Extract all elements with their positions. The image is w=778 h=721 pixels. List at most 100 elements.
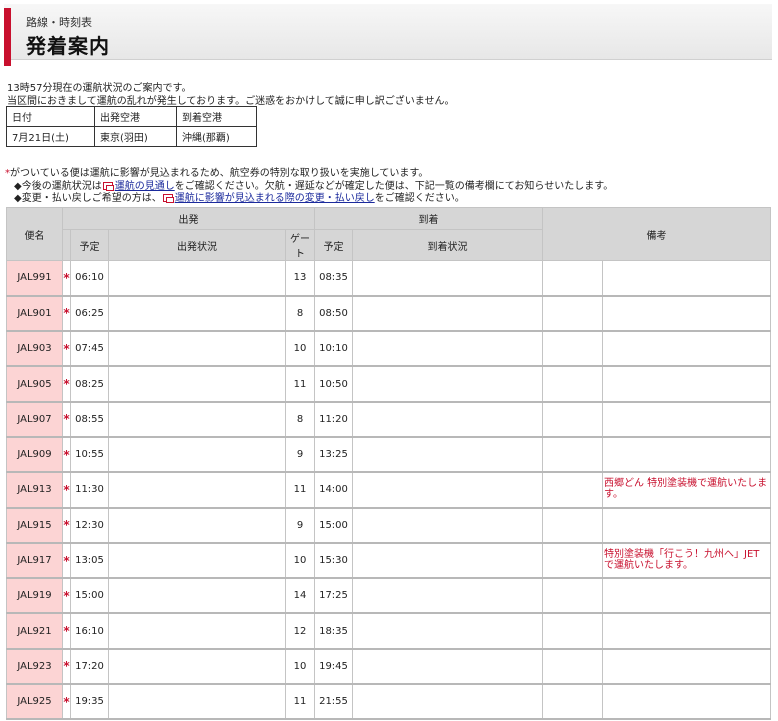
remark <box>602 365 771 403</box>
remarks-spacer <box>542 542 603 580</box>
flight-number: JAL919 <box>6 577 63 615</box>
remark <box>602 259 771 297</box>
dep-scheduled: 15:00 <box>70 577 109 615</box>
flight-number: JAL909 <box>6 436 63 474</box>
arr-status <box>352 683 543 721</box>
flight-number: JAL921 <box>6 612 63 650</box>
dep-scheduled: 17:20 <box>70 648 109 686</box>
gate: 13 <box>285 259 315 297</box>
dep-scheduled: 06:10 <box>70 259 109 297</box>
refund-note: ◆変更・払い戻しご希望の方は、 運航に影響が見込まれる際の変更・払い戻しをご確認く… <box>14 193 465 205</box>
dep-status-header: 出発状況 <box>108 229 286 261</box>
outlook-note: ◆今後の運航状況は 運航の見通しをご確認ください。欠航・遅延などが確定した便は、下… <box>14 181 613 193</box>
arr-scheduled: 19:45 <box>314 648 353 686</box>
flight-row: JAL917 * 13:05 10 15:30 特別塗装機「行こう！九州へ」JETで運航い… <box>6 542 771 580</box>
dep-scheduled: 07:45 <box>70 330 109 368</box>
arr-scheduled: 08:50 <box>314 295 353 333</box>
departure-header: 出発 <box>62 207 315 230</box>
header-subtitle: 路線・時刻表 <box>26 16 92 29</box>
arr-scheduled: 15:00 <box>314 507 353 544</box>
dep-scheduled: 10:55 <box>70 436 109 474</box>
flight-number: JAL923 <box>6 648 63 686</box>
remarks-spacer <box>542 259 603 297</box>
arr-status <box>352 401 543 438</box>
flight-row: JAL991 * 06:10 13 08:35 <box>6 259 771 297</box>
arr-scheduled: 14:00 <box>314 471 353 509</box>
refund-note-pre: ◆変更・払い戻しご希望の方は、 <box>14 193 162 204</box>
page-title: 発着案内 <box>26 34 110 58</box>
arr-scheduled: 13:25 <box>314 436 353 474</box>
destination-value: 沖縄(那覇) <box>176 126 257 147</box>
affected-mark: * <box>62 683 71 721</box>
arr-scheduled: 10:10 <box>314 330 353 368</box>
gate: 11 <box>285 683 315 721</box>
operation-outlook-link[interactable]: 運航の見通し <box>115 181 175 192</box>
gate: 10 <box>285 542 315 580</box>
flight-row: JAL923 * 17:20 10 19:45 <box>6 648 771 686</box>
remarks-spacer <box>542 436 603 474</box>
remarks-spacer <box>542 295 603 333</box>
mark-col-header <box>62 229 71 261</box>
arr-status <box>352 295 543 333</box>
remark <box>602 401 771 438</box>
remarks-spacer <box>542 612 603 650</box>
origin-value: 東京(羽田) <box>94 126 177 147</box>
dep-scheduled: 11:30 <box>70 471 109 509</box>
arr-status <box>352 259 543 297</box>
gate: 10 <box>285 648 315 686</box>
arr-scheduled-header: 予定 <box>314 229 353 261</box>
dep-scheduled-header: 予定 <box>70 229 109 261</box>
arr-status <box>352 542 543 580</box>
refund-note-post: をご確認ください。 <box>374 193 465 204</box>
arr-scheduled: 15:30 <box>314 542 353 580</box>
remarks-spacer <box>542 648 603 686</box>
affected-mark: * <box>62 577 71 615</box>
affected-mark: * <box>62 401 71 438</box>
dep-status <box>108 295 286 333</box>
arr-status <box>352 612 543 650</box>
new-window-icon <box>102 182 114 191</box>
flight-header: 便名 <box>6 207 63 261</box>
flight-number: JAL903 <box>6 330 63 368</box>
dep-status <box>108 436 286 474</box>
dep-scheduled: 08:25 <box>70 365 109 403</box>
dep-status <box>108 683 286 721</box>
gate: 9 <box>285 507 315 544</box>
dep-status <box>108 471 286 509</box>
remark <box>602 683 771 721</box>
dep-scheduled: 16:10 <box>70 612 109 650</box>
flight-row: JAL909 * 10:55 9 13:25 <box>6 436 771 474</box>
dep-status <box>108 648 286 686</box>
flight-number: JAL901 <box>6 295 63 333</box>
page-header: 路線・時刻表 発着案内 <box>4 4 772 66</box>
flight-number: JAL915 <box>6 507 63 544</box>
remarks-header: 備考 <box>542 207 771 261</box>
flight-row: JAL905 * 08:25 11 10:50 <box>6 365 771 403</box>
affected-mark: * <box>62 542 71 580</box>
dep-status <box>108 542 286 580</box>
flight-rows: JAL991 * 06:10 13 08:35 JAL901 * 06:25 8 08:50 JAL… <box>6 259 771 721</box>
remark <box>602 577 771 615</box>
dep-scheduled: 08:55 <box>70 401 109 438</box>
remarks-spacer <box>542 683 603 721</box>
flight-number: JAL913 <box>6 471 63 509</box>
dep-status <box>108 612 286 650</box>
remark <box>602 612 771 650</box>
affected-mark: * <box>62 330 71 368</box>
remarks-spacer <box>542 577 603 615</box>
arr-scheduled: 17:25 <box>314 577 353 615</box>
affected-mark: * <box>62 365 71 403</box>
arrival-header: 到着 <box>314 207 543 230</box>
dep-status <box>108 401 286 438</box>
date-value: 7月21日(土) <box>6 126 95 147</box>
flight-row: JAL925 * 19:35 11 21:55 <box>6 683 771 721</box>
gate: 10 <box>285 330 315 368</box>
affected-mark: * <box>62 507 71 544</box>
gate: 12 <box>285 612 315 650</box>
change-refund-link[interactable]: 運航に影響が見込まれる際の変更・払い戻し <box>175 193 375 204</box>
asterisk-note-text: がついている便は運航に影響が見込まれるため、航空券の特別な取り扱いを実施していま… <box>10 168 429 179</box>
outlook-note-pre: ◆今後の運航状況は <box>14 181 102 192</box>
dep-status <box>108 577 286 615</box>
dep-status <box>108 330 286 368</box>
dep-scheduled: 06:25 <box>70 295 109 333</box>
